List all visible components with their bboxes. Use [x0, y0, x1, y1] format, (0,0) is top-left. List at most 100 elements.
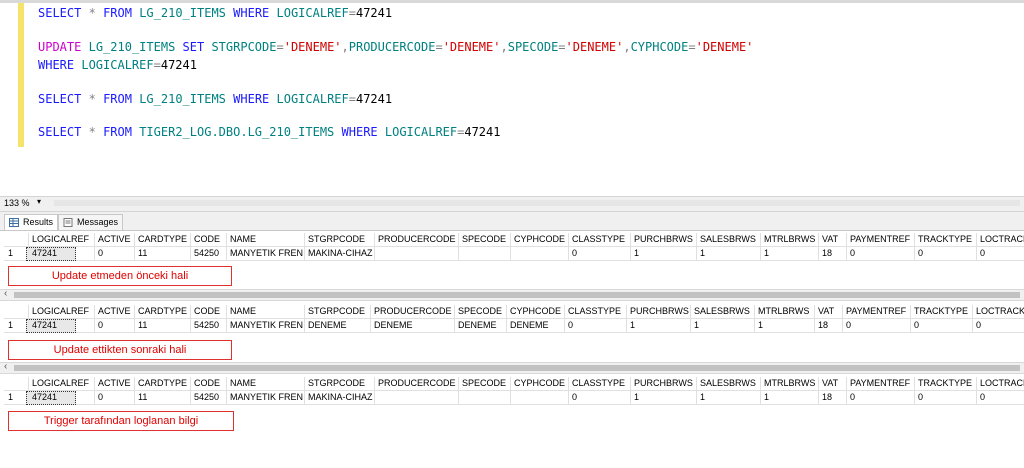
- column-header[interactable]: MTRLBRWS: [764, 233, 815, 246]
- sql-editor[interactable]: SELECT * FROM LG_210_ITEMS WHERE LOGICAL…: [0, 0, 1024, 196]
- table-cell[interactable]: 1: [764, 247, 769, 260]
- column-header[interactable]: CLASSTYPE: [572, 233, 625, 246]
- table-cell[interactable]: 1: [694, 319, 699, 332]
- table-cell[interactable]: DENEME: [374, 319, 413, 332]
- table-cell[interactable]: 11: [138, 391, 147, 404]
- column-header[interactable]: SPECODE: [458, 305, 502, 318]
- column-header[interactable]: NAME: [230, 233, 256, 246]
- table-cell[interactable]: MAKINA-CIHAZ: [308, 391, 373, 404]
- scrollbar-thumb[interactable]: [14, 365, 1020, 371]
- column-header[interactable]: MTRLBRWS: [758, 305, 809, 318]
- column-header[interactable]: CODE: [194, 305, 220, 318]
- table-cell[interactable]: 54250: [194, 247, 219, 260]
- sql-line-1[interactable]: SELECT * FROM LG_210_ITEMS WHERE LOGICAL…: [38, 6, 392, 20]
- editor-horizontal-scrollbar[interactable]: [54, 200, 1020, 206]
- column-header[interactable]: NAME: [230, 377, 256, 390]
- column-header[interactable]: VAT: [822, 233, 838, 246]
- row-number[interactable]: 1: [8, 391, 13, 404]
- table-cell[interactable]: DENEME: [458, 319, 497, 332]
- grid-1-horizontal-scrollbar[interactable]: ‹: [0, 288, 1024, 301]
- table-cell[interactable]: 1: [700, 247, 705, 260]
- result-grid-2[interactable]: 1 LOGICALREF ACTIVE CARDTYPE CODE NAME STGRPCO…: [0, 301, 1024, 360]
- sql-line-3[interactable]: WHERE LOGICALREF=47241: [38, 58, 197, 72]
- column-header[interactable]: CYPHCODE: [514, 233, 565, 246]
- column-header[interactable]: LOGICALREF: [32, 377, 89, 390]
- column-header[interactable]: LOCTRACKI: [980, 377, 1024, 390]
- table-cell[interactable]: 18: [822, 247, 832, 260]
- column-header[interactable]: SALESBRWS: [694, 305, 750, 318]
- table-cell[interactable]: MANYETIK FREN: [230, 247, 303, 260]
- table-cell[interactable]: 0: [980, 391, 985, 404]
- table-cell[interactable]: 11: [138, 319, 147, 332]
- grid-2-horizontal-scrollbar[interactable]: ‹: [0, 361, 1024, 374]
- column-header[interactable]: PURCHBRWS: [634, 233, 693, 246]
- table-cell[interactable]: 54250: [194, 319, 219, 332]
- column-header[interactable]: CODE: [194, 377, 220, 390]
- column-header[interactable]: PAYMENTREF: [846, 305, 906, 318]
- sql-line-5[interactable]: SELECT * FROM TIGER2_LOG.DBO.LG_210_ITEM…: [38, 125, 500, 139]
- column-header[interactable]: STGRPCODE: [308, 233, 365, 246]
- table-cell[interactable]: 0: [572, 391, 577, 404]
- scrollbar-thumb[interactable]: [14, 292, 1020, 298]
- column-header[interactable]: LOGICALREF: [32, 305, 89, 318]
- column-header[interactable]: CARDTYPE: [138, 377, 187, 390]
- column-header[interactable]: STGRPCODE: [308, 377, 365, 390]
- table-cell[interactable]: 0: [914, 319, 919, 332]
- zoom-level[interactable]: 133 %: [4, 198, 30, 208]
- table-cell[interactable]: MANYETIK FREN: [230, 319, 303, 332]
- table-cell[interactable]: 0: [850, 391, 855, 404]
- column-header[interactable]: CLASSTYPE: [572, 377, 625, 390]
- table-cell[interactable]: 1: [634, 391, 639, 404]
- column-header[interactable]: CODE: [194, 233, 220, 246]
- table-cell[interactable]: MAKINA-CIHAZ: [308, 247, 373, 260]
- column-header[interactable]: NAME: [230, 305, 256, 318]
- result-grid-1[interactable]: 1 LOGICALREF ACTIVE CARDTYPE CODE NAME STGRPCO…: [0, 231, 1024, 287]
- column-header[interactable]: ACTIVE: [98, 377, 131, 390]
- table-cell[interactable]: 0: [572, 247, 577, 260]
- table-cell[interactable]: 0: [918, 391, 923, 404]
- table-cell[interactable]: 0: [98, 391, 103, 404]
- row-number[interactable]: 1: [8, 247, 13, 260]
- column-header[interactable]: PRODUCERCODE: [378, 377, 456, 390]
- column-header[interactable]: PAYMENTREF: [850, 233, 910, 246]
- column-header[interactable]: TRACKTYPE: [918, 377, 972, 390]
- table-cell[interactable]: 18: [822, 391, 832, 404]
- table-cell[interactable]: 47241: [32, 319, 57, 332]
- table-cell[interactable]: 0: [98, 319, 103, 332]
- column-header[interactable]: VAT: [818, 305, 834, 318]
- table-cell[interactable]: 0: [846, 319, 851, 332]
- column-header[interactable]: CYPHCODE: [514, 377, 565, 390]
- table-cell[interactable]: 54250: [194, 391, 219, 404]
- table-cell[interactable]: 1: [764, 391, 769, 404]
- table-cell[interactable]: 47241: [32, 391, 57, 404]
- column-header[interactable]: ACTIVE: [98, 233, 131, 246]
- column-header[interactable]: PAYMENTREF: [850, 377, 910, 390]
- column-header[interactable]: CLASSTYPE: [568, 305, 621, 318]
- tab-messages[interactable]: Messages: [58, 214, 124, 230]
- table-cell[interactable]: DENEME: [510, 319, 549, 332]
- table-cell[interactable]: 0: [568, 319, 573, 332]
- column-header[interactable]: MTRLBRWS: [764, 377, 815, 390]
- table-cell[interactable]: 11: [138, 247, 147, 260]
- table-cell[interactable]: 1: [700, 391, 705, 404]
- chevron-left-icon[interactable]: ‹: [4, 288, 7, 299]
- column-header[interactable]: SPECODE: [462, 233, 506, 246]
- table-cell[interactable]: 1: [630, 319, 635, 332]
- column-header[interactable]: CARDTYPE: [138, 233, 187, 246]
- column-header[interactable]: VAT: [822, 377, 838, 390]
- column-header[interactable]: PURCHBRWS: [634, 377, 693, 390]
- column-header[interactable]: LOCTRACKI: [980, 233, 1024, 246]
- column-header[interactable]: PRODUCERCODE: [374, 305, 452, 318]
- tab-results[interactable]: Results: [4, 214, 59, 230]
- sql-line-2[interactable]: UPDATE LG_210_ITEMS SET STGRPCODE='DENEM…: [38, 40, 753, 54]
- column-header[interactable]: SALESBRWS: [700, 233, 756, 246]
- column-header[interactable]: TRACKTYPE: [918, 233, 972, 246]
- column-header[interactable]: SALESBRWS: [700, 377, 756, 390]
- table-cell[interactable]: 0: [980, 247, 985, 260]
- table-cell[interactable]: DENEME: [308, 319, 347, 332]
- column-header[interactable]: PURCHBRWS: [630, 305, 689, 318]
- table-cell[interactable]: 0: [976, 319, 981, 332]
- sql-line-4[interactable]: SELECT * FROM LG_210_ITEMS WHERE LOGICAL…: [38, 92, 392, 106]
- column-header[interactable]: CYPHCODE: [510, 305, 561, 318]
- column-header[interactable]: CARDTYPE: [138, 305, 187, 318]
